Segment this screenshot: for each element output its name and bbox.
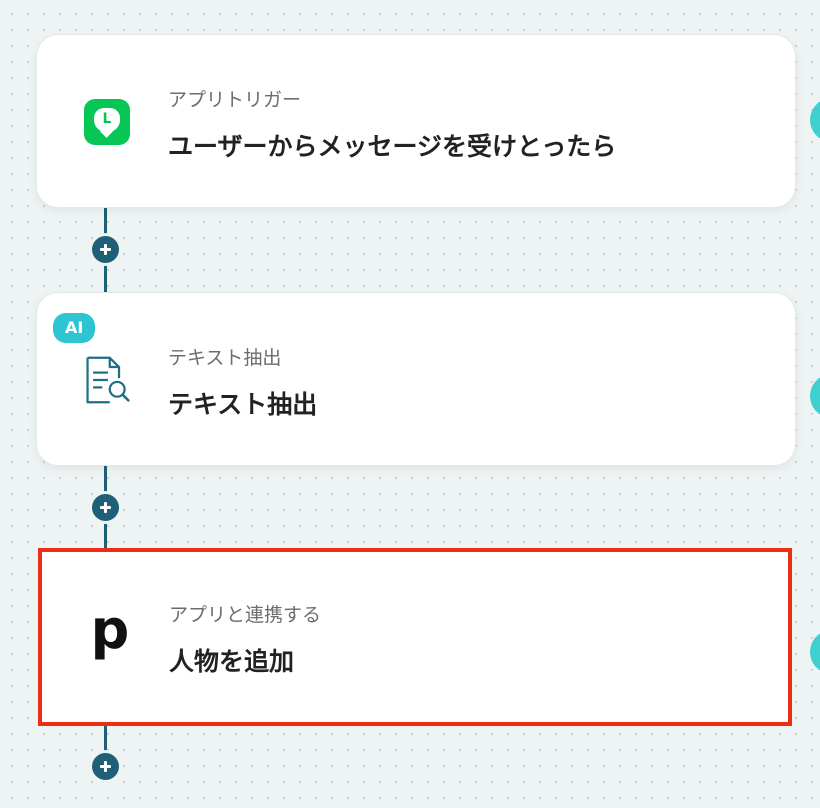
flow-step-card-trigger[interactable]: L アプリトリガー ユーザーからメッセージを受けとったら — [36, 34, 796, 208]
document-search-icon — [82, 355, 132, 405]
step-type-label: アプリトリガー — [168, 89, 302, 111]
step-type-label: テキスト抽出 — [168, 347, 282, 369]
add-step-button[interactable] — [92, 494, 119, 521]
add-step-button[interactable] — [92, 753, 119, 780]
step-title: 人物を追加 — [169, 647, 295, 676]
flow-step-card-text-extract[interactable]: AI テキスト抽出 テキスト抽出 — [36, 292, 796, 466]
pipedrive-p-icon: p — [90, 598, 130, 661]
side-handle[interactable] — [810, 98, 820, 142]
ai-badge: AI — [53, 313, 96, 343]
step-title: ユーザーからメッセージを受けとったら — [168, 132, 617, 161]
add-step-button[interactable] — [92, 236, 119, 263]
side-handle[interactable] — [810, 374, 820, 418]
step-type-label: アプリと連携する — [169, 604, 322, 626]
step-title: テキスト抽出 — [168, 390, 318, 419]
line-app-icon: L — [82, 97, 132, 147]
side-handle[interactable] — [810, 630, 820, 674]
flow-step-card-add-person[interactable]: p アプリと連携する 人物を追加 — [38, 548, 792, 726]
